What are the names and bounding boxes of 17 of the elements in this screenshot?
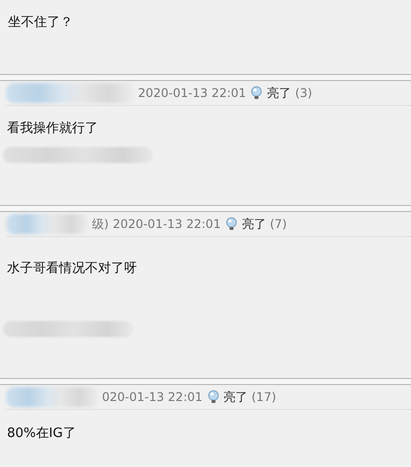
user-level-text: 级)	[92, 216, 109, 233]
like-link[interactable]: 亮了	[242, 215, 266, 233]
like-count: (7)	[270, 216, 287, 233]
like-link[interactable]: 亮了	[224, 388, 248, 406]
post-time: 020-01-13 22:01	[102, 389, 202, 406]
like-count: (17)	[252, 389, 276, 406]
lightbulb-icon[interactable]	[206, 390, 220, 404]
like-link[interactable]: 亮了	[267, 84, 292, 102]
reply-text: 80%在IG了	[7, 426, 76, 441]
post-time: 2020-01-13 22:01	[112, 216, 221, 233]
post-time: 2020-01-13 22:01	[138, 85, 246, 102]
lightbulb-icon[interactable]	[224, 217, 238, 231]
reply-text: 水子哥看情况不对了呀	[7, 261, 137, 276]
lightbulb-icon[interactable]	[250, 86, 264, 100]
reply-text: 坐不住了？	[8, 15, 73, 30]
like-count: (3)	[295, 85, 312, 102]
reply-text: 看我操作就行了	[7, 121, 98, 136]
